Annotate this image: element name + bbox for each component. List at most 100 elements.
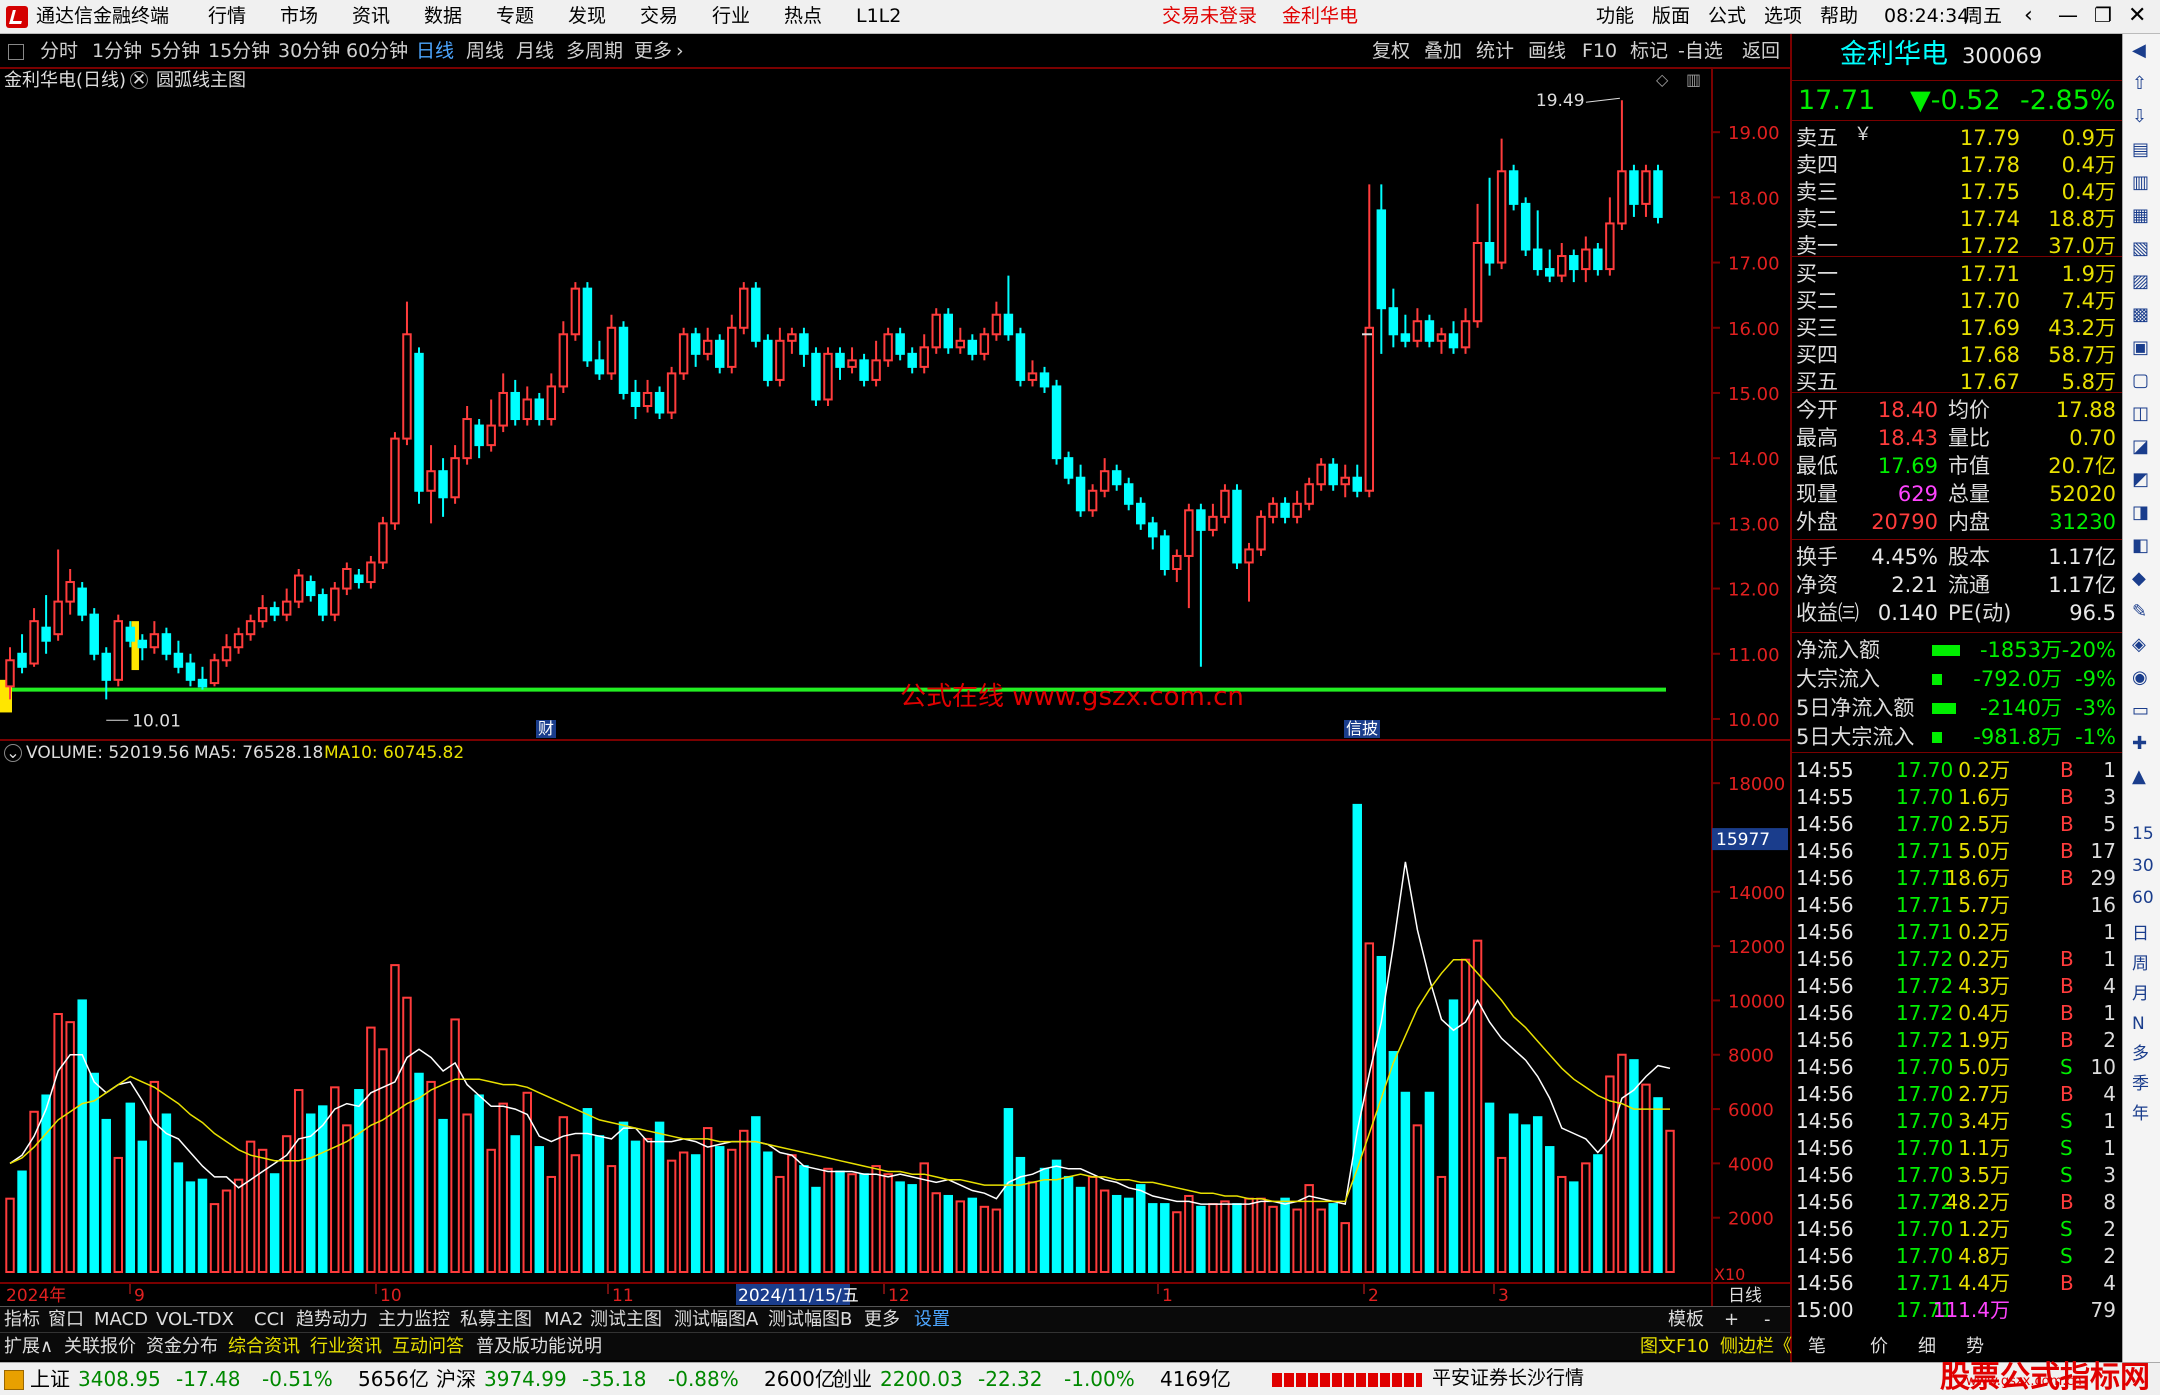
volume-bar-down[interactable] (306, 1113, 316, 1274)
candle-up[interactable] (498, 391, 508, 427)
volume-bar-up[interactable] (1496, 1156, 1507, 1274)
volume-bar-up[interactable] (330, 1086, 340, 1273)
side-tool-icon[interactable]: ▢ (2132, 372, 2149, 390)
candle-up[interactable] (1641, 170, 1651, 205)
side-tab[interactable]: 价 (1870, 1338, 1888, 1356)
volume-bar-up[interactable] (1557, 1175, 1567, 1274)
volume-bar-down[interactable] (714, 1146, 725, 1274)
candle-up[interactable] (775, 339, 785, 381)
volume-bar-up[interactable] (1268, 1205, 1278, 1273)
candle-down[interactable] (510, 391, 520, 421)
volume-bar-up[interactable] (1316, 1208, 1326, 1274)
candle-down[interactable] (618, 326, 629, 394)
volume-bar-down[interactable] (89, 1072, 99, 1273)
info-tab[interactable]: 关联报价 (64, 1338, 136, 1356)
volume-bar-down[interactable] (1532, 1116, 1543, 1273)
candle-up[interactable] (342, 568, 352, 590)
candle-down[interactable] (811, 352, 821, 401)
candle-down[interactable] (714, 339, 725, 368)
indicator-tab[interactable]: MA2 (544, 1311, 583, 1329)
side-tool-icon[interactable]: ▤ (2132, 141, 2149, 159)
indicator-tab[interactable]: 测试幅图B (768, 1311, 852, 1329)
volume-bar-down[interactable] (197, 1178, 208, 1274)
side-tool-icon[interactable]: ◨ (2132, 504, 2149, 522)
candle-up[interactable] (462, 418, 472, 460)
menu-item-help[interactable]: 帮助 (1820, 7, 1858, 26)
volume-bar-up[interactable] (642, 1137, 653, 1273)
volume-bar-down[interactable] (1544, 1146, 1555, 1274)
info-tab[interactable]: 互动问答 (392, 1338, 464, 1356)
volume-bar-up[interactable] (979, 1205, 990, 1273)
volume-bar-down[interactable] (1160, 1203, 1170, 1273)
candle-down[interactable] (161, 633, 172, 655)
candle-up[interactable] (991, 313, 1002, 336)
volume-bar-down[interactable] (438, 1118, 448, 1273)
candle-up[interactable] (787, 333, 797, 342)
candle-down[interactable] (835, 352, 845, 368)
info-tab[interactable]: 资金分布 (146, 1338, 218, 1356)
volume-bar-up[interactable] (558, 1116, 569, 1273)
info-tab[interactable]: 扩展∧ (4, 1338, 53, 1356)
candle-down[interactable] (654, 391, 665, 414)
candle-down[interactable] (1352, 476, 1362, 492)
chevron-down-icon[interactable]: ⌄ (4, 744, 22, 762)
volume-bar-down[interactable] (967, 1197, 978, 1274)
candle-down[interactable] (1400, 333, 1411, 342)
volume-bar-up[interactable] (1436, 1175, 1447, 1274)
side-tool-icon[interactable]: ▧ (2132, 240, 2149, 258)
candle-down[interactable] (1160, 535, 1170, 571)
volume-bar-up[interactable] (1581, 1162, 1591, 1273)
volume-bar-up[interactable] (450, 1018, 460, 1273)
volume-bar-up[interactable] (378, 1048, 388, 1274)
candle-down[interactable] (1136, 502, 1146, 525)
candle-up[interactable] (1268, 502, 1278, 518)
volume-bar-up[interactable] (5, 1197, 15, 1274)
candle-up[interactable] (727, 326, 737, 368)
volume-bar-down[interactable] (1400, 1091, 1411, 1274)
side-tool-icon[interactable]: ▩ (2132, 306, 2149, 324)
candle-down[interactable] (1051, 385, 1062, 460)
side-tool-icon[interactable]: ◆ (2132, 570, 2146, 588)
side-tool-15[interactable]: 15 (2132, 826, 2154, 843)
volume-bar-down[interactable] (1280, 1197, 1290, 1274)
volume-bar-up[interactable] (823, 1167, 833, 1274)
side-tool-monthly[interactable]: 月 (2132, 986, 2149, 1003)
volume-bar-up[interactable] (390, 964, 400, 1273)
volume-bar-up[interactable] (1099, 1189, 1110, 1274)
candle-down[interactable] (1111, 470, 1122, 486)
candle-down[interactable] (197, 678, 208, 688)
candle-down[interactable] (1508, 170, 1519, 205)
volume-bar-down[interactable] (594, 1135, 605, 1274)
chart-formula-name[interactable]: 圆弧线主图 (156, 72, 246, 90)
volume-bar-down[interactable] (510, 1135, 520, 1274)
template-tab[interactable]: - (1764, 1311, 1771, 1329)
volume-bar-down[interactable] (1196, 1205, 1206, 1273)
candle-up[interactable] (1340, 476, 1350, 486)
volume-bar-up[interactable] (1641, 1083, 1651, 1273)
volume-bar-up[interactable] (606, 1165, 617, 1274)
candle-up[interactable] (1617, 170, 1627, 225)
volume-bar-up[interactable] (871, 1165, 881, 1274)
candle-up[interactable] (1208, 515, 1218, 531)
volume-bar-up[interactable] (991, 1208, 1002, 1274)
volume-bar-up[interactable] (847, 1173, 857, 1273)
candle-up[interactable] (5, 659, 15, 688)
diamond-icon[interactable]: ◇ (1656, 72, 1668, 88)
candle-down[interactable] (1148, 522, 1158, 538)
candle-up[interactable] (546, 385, 557, 421)
side-tool-icon[interactable]: ▦ (2132, 207, 2149, 225)
volume-bar-down[interactable] (1039, 1167, 1050, 1274)
volume-bar-up[interactable] (1340, 1222, 1350, 1274)
candle-up[interactable] (257, 607, 268, 623)
side-tool-icon[interactable]: ▨ (2132, 273, 2149, 291)
volume-bar-down[interactable] (859, 1173, 869, 1273)
indicator-tab[interactable]: 更多 (864, 1311, 900, 1329)
volume-bar-up[interactable] (113, 1156, 124, 1274)
volume-bar-up[interactable] (1412, 1124, 1423, 1274)
indicator-tab[interactable]: 私募主图 (460, 1311, 532, 1329)
candle-up[interactable] (1099, 470, 1110, 492)
volume-bar-up[interactable] (546, 1175, 557, 1274)
candle-down[interactable] (1532, 248, 1543, 271)
candle-up[interactable] (402, 333, 412, 440)
candle-down[interactable] (41, 626, 51, 642)
